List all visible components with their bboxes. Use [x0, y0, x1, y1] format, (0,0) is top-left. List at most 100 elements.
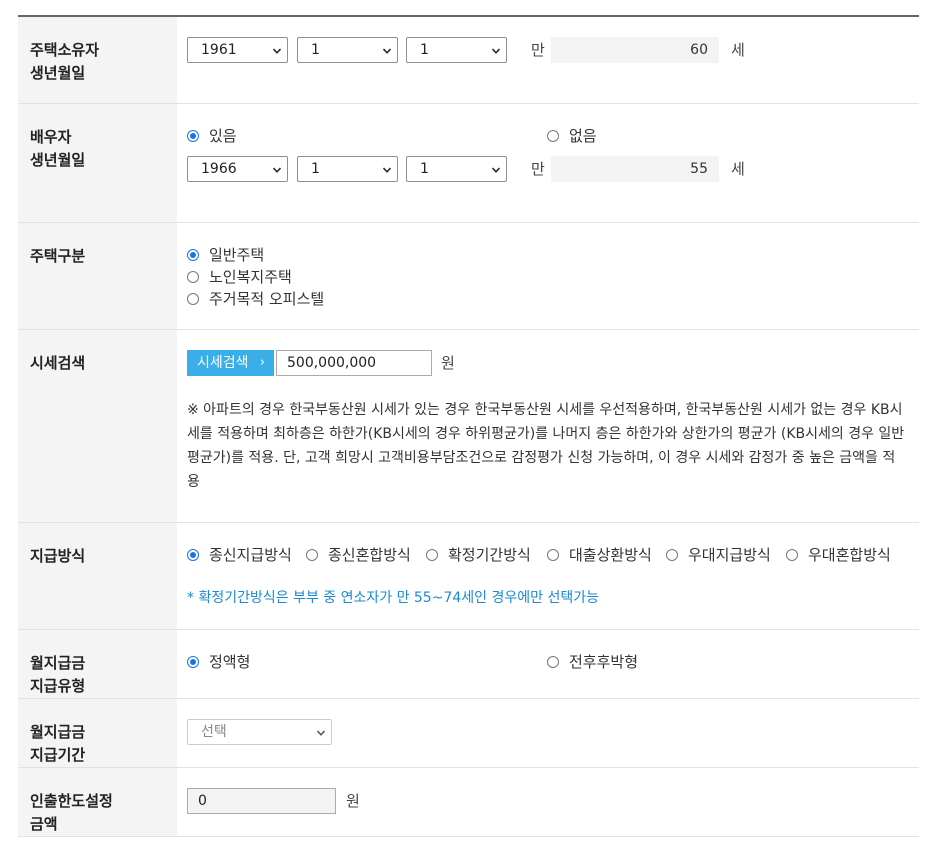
radio-checked-icon — [187, 655, 199, 668]
monthly-fixed-radio[interactable]: 정액형 — [187, 651, 250, 672]
spouse-day-select[interactable]: 1 — [406, 156, 507, 182]
payment-preferred-mixed-radio[interactable]: 우대혼합방식 — [786, 544, 891, 565]
row-monthly-period: 월지급금 지급기간 선택 — [18, 699, 919, 768]
chevron-down-icon — [317, 729, 325, 737]
payment-lifetime-radio[interactable]: 종신지급방식 — [187, 544, 292, 565]
row-header: 시세검색 — [18, 330, 177, 522]
price-input[interactable]: 500,000,000 — [276, 350, 432, 376]
spouse-no-radio[interactable]: 없음 — [547, 125, 597, 146]
price-notice: ※ 아파트의 경우 한국부동산원 시세가 있는 경우 한국부동산원 시세를 우선… — [187, 402, 905, 490]
owner-month-value: 1 — [311, 42, 320, 58]
row-header: 지급방식 — [18, 523, 177, 629]
row-body: 시세검색 › 500,000,000 원 ※ 아파트의 경우 한국부동산원 시세… — [177, 330, 919, 522]
spouse-yes-radio[interactable]: 있음 — [187, 125, 237, 146]
payment-lifetime-mixed-radio[interactable]: 종신혼합방식 — [306, 544, 411, 565]
age-prefix: 만 — [531, 160, 545, 178]
radio-checked-icon — [187, 129, 199, 142]
house-type-option-label: 일반주택 — [209, 246, 265, 264]
age-prefix: 만 — [531, 41, 545, 59]
chevron-down-icon — [273, 47, 281, 55]
house-type-label: 주택구분 — [30, 247, 86, 265]
radio-checked-icon — [187, 248, 199, 261]
monthly-period-select[interactable]: 선택 — [187, 719, 332, 745]
owner-birth-label: 주택소유자 생년월일 — [30, 41, 100, 82]
chevron-down-icon — [492, 47, 500, 55]
row-header: 월지급금 지급유형 — [18, 630, 177, 698]
row-price-search: 시세검색 시세검색 › 500,000,000 원 ※ 아파트의 경우 한국부동… — [18, 330, 919, 523]
house-type-general-radio[interactable]: 일반주택 — [187, 244, 264, 265]
radio-unchecked-icon — [786, 548, 798, 561]
row-spouse-birth: 배우자 생년월일 있음 없음 1966 1 1 만 55 세 — [18, 104, 919, 223]
spouse-month-value: 1 — [311, 161, 320, 177]
row-withdrawal-limit: 인출한도설정 금액 0 원 — [18, 768, 919, 837]
row-body: 일반주택 노인복지주택 주거목적 오피스텔 — [177, 223, 919, 329]
spouse-day-value: 1 — [420, 161, 429, 177]
spouse-year-select[interactable]: 1966 — [187, 156, 288, 182]
age-suffix: 세 — [731, 160, 745, 178]
house-type-senior-radio[interactable]: 노인복지주택 — [187, 266, 292, 287]
withdrawal-limit-unit: 원 — [346, 792, 360, 810]
row-body: 있음 없음 1966 1 1 만 55 세 — [177, 104, 919, 222]
owner-age-field: 60 — [551, 37, 719, 63]
payment-method-note: * 확정기간방식은 부부 중 연소자가 만 55~74세인 경우에만 선택가능 — [187, 590, 599, 606]
row-house-type: 주택구분 일반주택 노인복지주택 주거목적 오피스텔 — [18, 223, 919, 330]
monthly-period-placeholder: 선택 — [201, 724, 227, 740]
payment-option-label: 대출상환방식 — [569, 546, 652, 564]
chevron-right-icon: › — [259, 355, 265, 370]
spouse-month-select[interactable]: 1 — [297, 156, 398, 182]
row-payment-method: 지급방식 종신지급방식 종신혼합방식 확정기간방식 대출상환방식 우대지급방식 … — [18, 523, 919, 630]
chevron-down-icon — [383, 166, 391, 174]
radio-unchecked-icon — [187, 292, 199, 305]
row-header: 인출한도설정 금액 — [18, 768, 177, 836]
withdrawal-limit-label: 인출한도설정 금액 — [30, 792, 113, 833]
owner-month-select[interactable]: 1 — [297, 37, 398, 63]
owner-year-value: 1961 — [201, 42, 237, 58]
payment-option-label: 종신혼합방식 — [328, 546, 411, 564]
age-suffix: 세 — [731, 41, 745, 59]
monthly-front-loaded-radio[interactable]: 전후후박형 — [547, 651, 638, 672]
monthly-type-label: 월지급금 지급유형 — [30, 654, 86, 695]
row-body: 0 원 — [177, 768, 919, 836]
radio-unchecked-icon — [426, 548, 438, 561]
payment-option-label: 우대혼합방식 — [808, 546, 891, 564]
row-body: 정액형 전후후박형 — [177, 630, 919, 698]
owner-year-select[interactable]: 1961 — [187, 37, 288, 63]
payment-loan-repay-radio[interactable]: 대출상환방식 — [547, 544, 652, 565]
chevron-down-icon — [273, 166, 281, 174]
row-header: 주택구분 — [18, 223, 177, 329]
price-unit: 원 — [441, 354, 455, 372]
spouse-birth-label: 배우자 생년월일 — [30, 128, 86, 169]
owner-day-select[interactable]: 1 — [406, 37, 507, 63]
house-type-option-label: 주거목적 오피스텔 — [209, 290, 325, 308]
payment-preferred-radio[interactable]: 우대지급방식 — [666, 544, 771, 565]
chevron-down-icon — [492, 166, 500, 174]
chevron-down-icon — [383, 47, 391, 55]
payment-fixed-period-radio[interactable]: 확정기간방식 — [426, 544, 531, 565]
house-type-option-label: 노인복지주택 — [209, 268, 292, 286]
house-type-officetel-radio[interactable]: 주거목적 오피스텔 — [187, 288, 324, 309]
price-search-button[interactable]: 시세검색 › — [187, 350, 274, 376]
payment-option-label: 종신지급방식 — [209, 546, 292, 564]
spouse-yes-label: 있음 — [209, 127, 237, 145]
price-search-button-label: 시세검색 — [197, 355, 249, 371]
spouse-year-value: 1966 — [201, 161, 237, 177]
row-header: 주택소유자 생년월일 — [18, 17, 177, 103]
row-body: 종신지급방식 종신혼합방식 확정기간방식 대출상환방식 우대지급방식 우대혼합방… — [177, 523, 919, 629]
row-body: 1961 1 1 만 60 세 — [177, 17, 919, 103]
payment-method-label: 지급방식 — [30, 547, 86, 565]
withdrawal-limit-input[interactable]: 0 — [187, 788, 336, 814]
row-owner-birth: 주택소유자 생년월일 1961 1 1 만 60 세 — [18, 17, 919, 104]
radio-unchecked-icon — [547, 655, 559, 668]
owner-day-value: 1 — [420, 42, 429, 58]
radio-checked-icon — [187, 548, 199, 561]
row-monthly-type: 월지급금 지급유형 정액형 전후후박형 — [18, 630, 919, 699]
monthly-period-label: 월지급금 지급기간 — [30, 723, 86, 764]
radio-unchecked-icon — [666, 548, 678, 561]
row-header: 배우자 생년월일 — [18, 104, 177, 222]
row-header: 월지급금 지급기간 — [18, 699, 177, 767]
price-search-label: 시세검색 — [30, 354, 86, 372]
payment-option-label: 우대지급방식 — [688, 546, 771, 564]
payment-option-label: 확정기간방식 — [448, 546, 531, 564]
row-body: 선택 — [177, 699, 919, 767]
monthly-front-loaded-label: 전후후박형 — [569, 653, 639, 671]
